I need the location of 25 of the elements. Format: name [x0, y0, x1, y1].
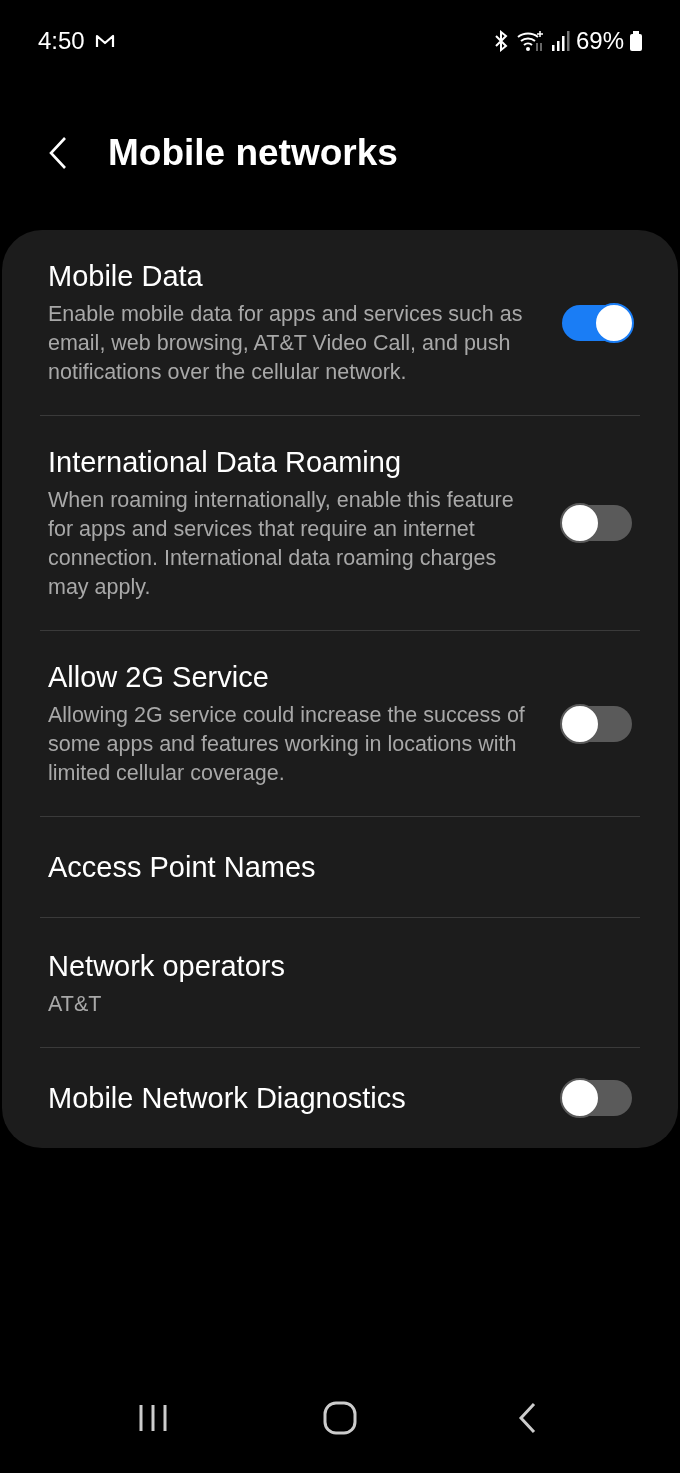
- setting-title[interactable]: Network operators: [48, 948, 285, 984]
- toggle-switch[interactable]: [562, 304, 632, 341]
- setting-title[interactable]: Allow 2G Service: [48, 659, 528, 695]
- battery-icon: [630, 31, 642, 51]
- back-icon: [48, 136, 68, 170]
- page-title: Mobile networks: [108, 131, 398, 176]
- setting-title[interactable]: Mobile Data: [48, 258, 528, 294]
- setting-title[interactable]: Mobile Network Diagnostics: [48, 1080, 406, 1116]
- setting-title[interactable]: Access Point Names: [48, 849, 316, 885]
- home-icon: [323, 1401, 357, 1435]
- setting-title[interactable]: International Data Roaming: [48, 444, 528, 480]
- toggle-switch[interactable]: [562, 705, 632, 742]
- back-icon: [516, 1402, 537, 1434]
- mail-icon: [94, 33, 115, 49]
- setting-description: When roaming internationally, enable this feature for apps and services that require an internet connection. International data roaming charges may apply.: [48, 487, 515, 601]
- wifi-icon: [515, 29, 546, 53]
- signal-icon: [551, 31, 570, 51]
- toggle-switch[interactable]: [562, 505, 632, 541]
- setting-description: Enable mobile data for apps and services such as email, web browsing, AT&T Video Call, and push notifications over the cellular network.: [48, 301, 524, 386]
- recent-apps-icon: [138, 1403, 169, 1433]
- setting-description: AT&T: [48, 991, 103, 1018]
- setting-description: Allowing 2G service could increase the success of some apps and features working in locations with limited cellular coverage.: [48, 702, 526, 787]
- status-time: 4:50: [38, 26, 85, 56]
- battery-percent: 69%: [575, 26, 624, 56]
- toggle-switch[interactable]: [562, 1080, 632, 1116]
